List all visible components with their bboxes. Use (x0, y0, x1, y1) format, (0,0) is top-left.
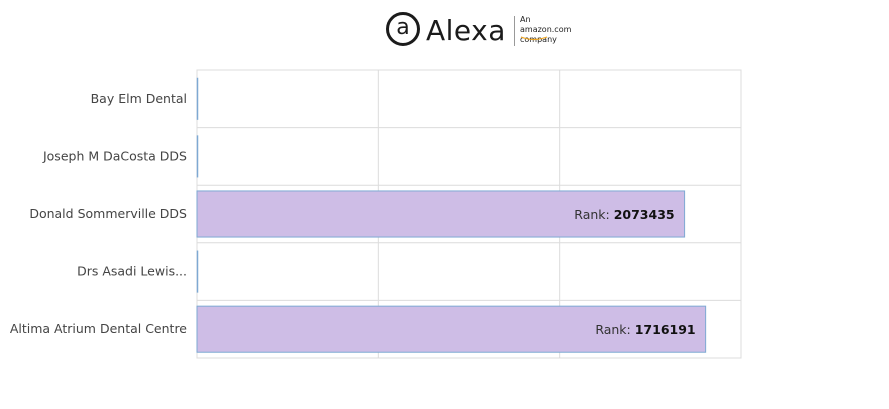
category-label: Bay Elm Dental (91, 91, 187, 106)
category-label: Drs Asadi Lewis... (77, 264, 187, 279)
category-label: Altima Atrium Dental Centre (10, 321, 187, 336)
bar-value-label: Rank: 1716191 (595, 322, 695, 337)
rank-bar-chart: Bay Elm Dental Joseph M DaCosta DDS Donald… (10, 69, 742, 359)
category-label: Donald Sommerville DDS (29, 206, 187, 221)
category-label: Joseph M DaCosta DDS (42, 148, 187, 163)
bar-value-label: Rank: 2073435 (574, 207, 674, 222)
